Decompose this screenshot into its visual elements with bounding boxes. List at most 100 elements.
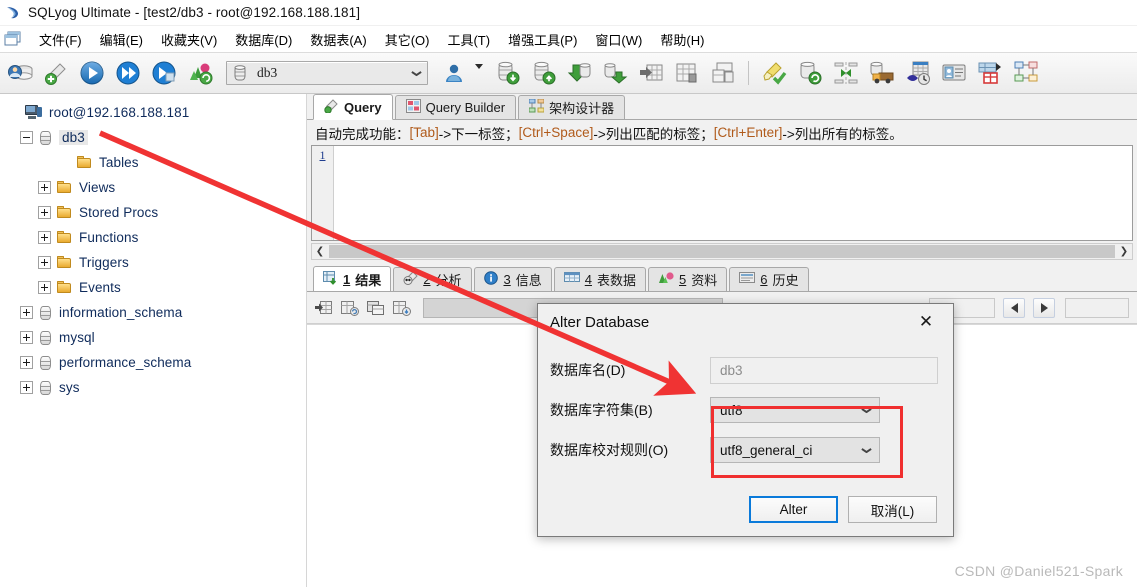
new-query-tab-button[interactable] <box>40 57 72 89</box>
menu-table[interactable]: 数据表(A) <box>301 28 375 51</box>
tree-label: Stored Procs <box>79 205 159 220</box>
result-tab-2-profile[interactable]: 2 分析 <box>393 267 472 291</box>
refresh-objects-button[interactable] <box>184 57 216 89</box>
menu-window[interactable]: 窗口(W) <box>586 28 651 51</box>
tree-node-db3[interactable]: db3 <box>0 125 306 150</box>
menu-powertools[interactable]: 增强工具(P) <box>499 28 586 51</box>
tree-node-views[interactable]: Views <box>0 175 306 200</box>
result-tab-3-messages[interactable]: 3 信息 <box>473 267 552 291</box>
tree-node-tables[interactable]: Tables <box>0 150 306 175</box>
menu-other[interactable]: 其它(O) <box>376 28 439 51</box>
result-tab-6-history[interactable]: 6 历史 <box>729 267 809 291</box>
duplicate-row-button[interactable] <box>339 298 361 318</box>
new-connection-button[interactable] <box>4 57 36 89</box>
tree-node-functions[interactable]: Functions <box>0 225 306 250</box>
expander-plus-icon[interactable] <box>38 231 51 244</box>
execute-query-button[interactable] <box>76 57 108 89</box>
sql-editor[interactable]: 1 <box>311 145 1133 241</box>
tree-node-performance-schema[interactable]: performance_schema <box>0 350 306 375</box>
folder-icon <box>57 256 72 269</box>
migration-truck-button[interactable] <box>866 57 898 89</box>
tree-node-stored-procs[interactable]: Stored Procs <box>0 200 306 225</box>
editor-horizontal-scrollbar[interactable]: ❮ ❯ <box>311 243 1133 260</box>
tree-node-events[interactable]: Events <box>0 275 306 300</box>
import-database-button[interactable] <box>491 57 523 89</box>
expander-plus-icon[interactable] <box>20 331 33 344</box>
export-table-button[interactable] <box>635 57 667 89</box>
execute-all-queries-button[interactable] <box>112 57 144 89</box>
next-page-button[interactable] <box>1033 297 1055 318</box>
copy-row-button[interactable] <box>365 298 387 318</box>
alter-button[interactable]: Alter <box>749 496 838 523</box>
result-tab-label: 结果 <box>355 272 382 288</box>
tree-node-information-schema[interactable]: information_schema <box>0 300 306 325</box>
notes-button[interactable] <box>938 57 970 89</box>
table-multi-button[interactable] <box>707 57 739 89</box>
tab-query-builder[interactable]: Query Builder <box>394 95 517 119</box>
tree-label: information_schema <box>59 305 183 320</box>
restore-button[interactable] <box>599 57 631 89</box>
scroll-right-arrow-icon[interactable]: ❯ <box>1116 244 1132 259</box>
scroll-left-arrow-icon[interactable]: ❮ <box>312 244 328 259</box>
backup-button[interactable] <box>563 57 595 89</box>
result-tab-1-result[interactable]: 1 结果 <box>313 266 392 291</box>
menu-favorites[interactable]: 收藏夹(V) <box>152 28 226 51</box>
expander-minus-icon[interactable] <box>20 131 33 144</box>
result-tab-number: 2 <box>423 272 431 287</box>
execute-current-query-button[interactable] <box>148 57 180 89</box>
table-designer-button[interactable] <box>974 57 1006 89</box>
tree-node-mysql[interactable]: mysql <box>0 325 306 350</box>
dialog-title: Alter Database <box>550 313 650 331</box>
expander-plus-icon[interactable] <box>38 256 51 269</box>
expander-plus-icon[interactable] <box>38 181 51 194</box>
export-database-button[interactable] <box>527 57 559 89</box>
watermark-text: CSDN @Daniel521-Spark <box>954 563 1123 579</box>
object-browser-tree[interactable]: root@192.168.188.181 db3 Tables Views St… <box>0 94 307 587</box>
user-dropdown-caret-icon[interactable] <box>475 64 483 83</box>
menu-database[interactable]: 数据库(D) <box>226 28 301 51</box>
collation-select[interactable]: utf8_general_ci <box>710 437 880 463</box>
row-count-input[interactable] <box>1065 297 1129 318</box>
menu-file[interactable]: 文件(F) <box>30 28 91 51</box>
expander-plus-icon[interactable] <box>38 281 51 294</box>
cancel-button[interactable]: 取消(L) <box>848 496 937 523</box>
insert-row-button[interactable] <box>313 298 335 318</box>
schema-designer-button[interactable] <box>1010 57 1042 89</box>
tree-node-server[interactable]: root@192.168.188.181 <box>0 100 306 125</box>
charset-select[interactable]: utf8 <box>710 397 880 423</box>
tree-node-triggers[interactable]: Triggers <box>0 250 306 275</box>
prev-page-button[interactable] <box>1003 297 1025 318</box>
result-tab-4-table-data[interactable]: 4 表数据 <box>553 267 646 291</box>
result-tab-5-info[interactable]: 5 资料 <box>648 267 728 291</box>
data-sync-button[interactable] <box>830 57 862 89</box>
menu-edit[interactable]: 编辑(E) <box>91 28 152 51</box>
expander-plus-icon[interactable] <box>20 306 33 319</box>
chevron-down-icon[interactable] <box>853 408 879 413</box>
server-icon <box>25 105 42 120</box>
tab-schema-designer[interactable]: 架构设计器 <box>518 95 626 119</box>
tab-query[interactable]: Query <box>313 94 393 120</box>
chevron-down-icon[interactable] <box>853 448 879 453</box>
expander-plus-icon[interactable] <box>38 206 51 219</box>
expander-plus-icon[interactable] <box>20 381 33 394</box>
query-check-button[interactable] <box>758 57 790 89</box>
database-selector-combo[interactable]: db3 <box>226 61 428 85</box>
chevron-down-icon[interactable] <box>405 71 427 76</box>
close-icon[interactable]: ✕ <box>905 307 947 337</box>
table-data-button[interactable] <box>671 57 703 89</box>
menu-tools[interactable]: 工具(T) <box>438 28 499 51</box>
scrollbar-thumb[interactable] <box>329 245 1115 258</box>
database-name-field[interactable]: db3 <box>710 356 938 384</box>
tree-node-sys[interactable]: sys <box>0 375 306 400</box>
scheduled-backup-button[interactable] <box>902 57 934 89</box>
save-row-button[interactable] <box>391 298 413 318</box>
line-number-gutter: 1 <box>312 146 334 240</box>
expander-plus-icon[interactable] <box>20 356 33 369</box>
db-sync-button[interactable] <box>794 57 826 89</box>
menu-help[interactable]: 帮助(H) <box>651 28 713 51</box>
sql-editor-textarea[interactable] <box>334 146 1132 240</box>
user-manager-button[interactable] <box>438 57 470 89</box>
window-restore-icon[interactable] <box>4 30 24 48</box>
tree-label: Triggers <box>79 255 129 270</box>
dialog-row-charset: 数据库字符集(B) utf8 <box>538 390 953 430</box>
